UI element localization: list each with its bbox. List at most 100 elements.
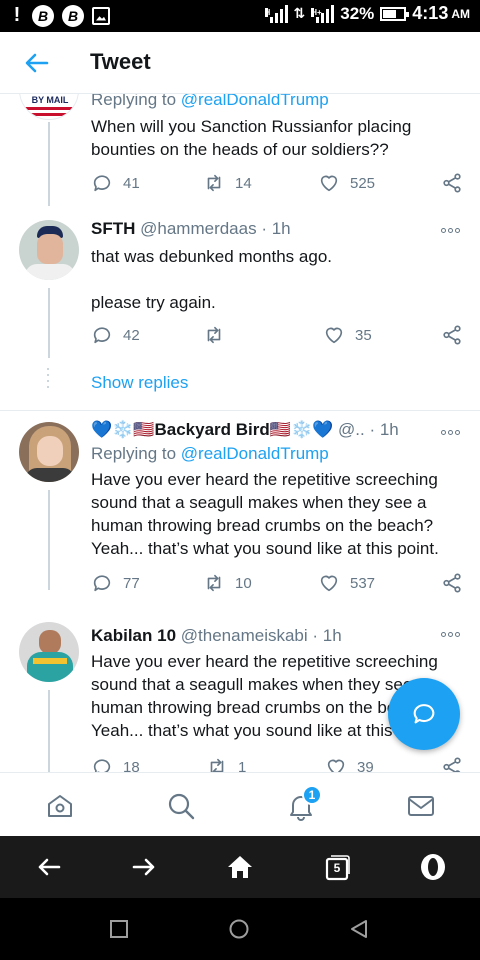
thread-line — [48, 690, 50, 772]
retweet-icon — [210, 758, 224, 772]
like-count: 537 — [350, 574, 376, 592]
retweet-count: 1 — [238, 758, 247, 773]
like-count: 39 — [357, 758, 374, 773]
heart-icon — [325, 327, 343, 344]
avatar[interactable]: BY MAIL — [19, 94, 79, 120]
like-button[interactable]: 537 — [318, 572, 375, 594]
show-replies-link[interactable]: Show replies — [91, 373, 188, 393]
avatar[interactable] — [19, 220, 79, 280]
reply-icon — [93, 759, 111, 772]
tweet-text: that was debunked months ago. please try… — [91, 247, 332, 312]
author-name: Kabilan 10 — [91, 626, 177, 645]
replying-to: Replying to @realDonaldTrump — [91, 444, 329, 463]
clock: 4:13 — [412, 3, 449, 23]
share-icon[interactable] — [441, 172, 463, 194]
opera-menu-icon[interactable] — [418, 852, 448, 882]
b-app-icon: B — [32, 4, 54, 27]
retweet-button[interactable] — [203, 324, 235, 346]
like-button[interactable]: 525 — [318, 172, 375, 194]
tweet[interactable]: BY MAIL Replying to @realDonaldTrump Whe… — [0, 94, 480, 208]
share-icon[interactable] — [441, 572, 463, 594]
retweet-button[interactable]: 1 — [206, 756, 246, 772]
bottom-tab-bar: 1 — [0, 772, 480, 834]
reply-icon — [93, 575, 111, 592]
tweet-actions: 41 14 525 — [91, 172, 463, 196]
system-back-icon[interactable] — [348, 918, 370, 940]
tab-count: 5 — [333, 861, 341, 875]
like-count: 525 — [350, 174, 376, 192]
author-handle: @thenameiskabi — [180, 626, 308, 645]
tweet-actions: 42 35 — [91, 324, 463, 348]
avatar[interactable] — [19, 422, 79, 482]
signal-icon: H+ — [311, 4, 335, 23]
messages-envelope-icon[interactable] — [406, 791, 436, 821]
more-options-icon[interactable] — [441, 632, 461, 638]
author-handle: @hammerdaas — [140, 219, 257, 238]
tweet-author[interactable]: Kabilan 10 @thenameiskabi · 1h — [91, 626, 342, 646]
search-icon[interactable] — [166, 791, 196, 821]
tweet[interactable]: 💙❄️🇺🇸Backyard Bird🇺🇸❄️💙 @.. · 1h Replyin… — [0, 410, 480, 610]
more-options-icon[interactable] — [441, 228, 461, 234]
status-system: H ⇅ H+ 32% 4:13 AM — [264, 3, 470, 24]
home-circle-icon[interactable] — [228, 918, 250, 940]
retweet-count: 10 — [235, 574, 252, 592]
tweet-feed[interactable]: BY MAIL Replying to @realDonaldTrump Whe… — [0, 94, 480, 772]
tweet-actions: 77 10 537 — [91, 572, 463, 596]
data-transfer-icon: ⇅ — [293, 5, 306, 21]
author-name: SFTH — [91, 219, 136, 238]
reply-button[interactable]: 18 — [91, 756, 140, 772]
recents-icon[interactable] — [108, 918, 130, 940]
share-icon[interactable] — [441, 324, 463, 346]
thread-dots — [47, 368, 50, 392]
browser-back-icon[interactable] — [34, 852, 64, 882]
avatar-text: BY MAIL — [31, 95, 69, 105]
image-icon — [92, 6, 110, 25]
mention-link[interactable]: @realDonaldTrump — [181, 94, 329, 109]
browser-tabs-button[interactable]: 5 — [322, 852, 352, 882]
thread-line — [48, 490, 50, 590]
retweet-icon — [207, 174, 221, 192]
signal-icon: H — [264, 4, 288, 23]
retweet-count: 14 — [235, 174, 252, 192]
browser-home-icon[interactable] — [225, 852, 255, 882]
tweet-text: When will you Sanction Russianfor placin… — [91, 117, 412, 159]
retweet-icon — [207, 326, 221, 344]
retweet-button[interactable]: 14 — [203, 172, 252, 194]
heart-icon — [320, 175, 338, 192]
app-header: Tweet — [0, 32, 480, 94]
mention-link[interactable]: @realDonaldTrump — [181, 444, 329, 463]
share-icon[interactable] — [441, 756, 463, 772]
reply-bubble-icon — [413, 704, 435, 724]
alert-icon: ! — [13, 4, 21, 26]
tweet-author[interactable]: 💙❄️🇺🇸Backyard Bird🇺🇸❄️💙 @.. · 1h — [91, 420, 399, 440]
like-button[interactable]: 39 — [325, 756, 374, 772]
notification-badge: 1 — [302, 785, 322, 805]
thread-line — [48, 122, 50, 206]
retweet-button[interactable]: 10 — [203, 572, 252, 594]
tweet[interactable]: SFTH @hammerdaas · 1h that was debunked … — [0, 208, 480, 388]
android-nav-bar — [0, 898, 480, 960]
browser-forward-icon[interactable] — [129, 852, 159, 882]
status-notifications: ! B B — [10, 4, 110, 27]
heart-icon — [327, 759, 345, 772]
reply-button[interactable]: 77 — [91, 572, 140, 594]
replying-to: Replying to @realDonaldTrump — [91, 94, 329, 110]
tweet-author[interactable]: SFTH @hammerdaas · 1h — [91, 219, 291, 239]
reply-button[interactable]: 41 — [91, 172, 140, 194]
retweet-icon — [207, 574, 221, 592]
tweet-time: · 1h — [261, 219, 291, 238]
like-button[interactable]: 35 — [323, 324, 372, 346]
thread-line — [48, 288, 50, 358]
heart-icon — [320, 575, 338, 592]
reply-count: 42 — [123, 326, 140, 344]
home-icon[interactable] — [45, 791, 75, 821]
more-options-icon[interactable] — [441, 430, 461, 436]
reply-count: 77 — [123, 574, 140, 592]
compose-reply-button[interactable] — [388, 678, 460, 750]
reply-button[interactable]: 42 — [91, 324, 140, 346]
reply-count: 18 — [123, 758, 140, 773]
reply-icon — [93, 175, 111, 192]
back-arrow-icon[interactable] — [22, 48, 52, 78]
avatar[interactable] — [19, 622, 79, 682]
status-bar: ! B B H ⇅ H+ 32% 4:13 AM — [0, 0, 480, 32]
